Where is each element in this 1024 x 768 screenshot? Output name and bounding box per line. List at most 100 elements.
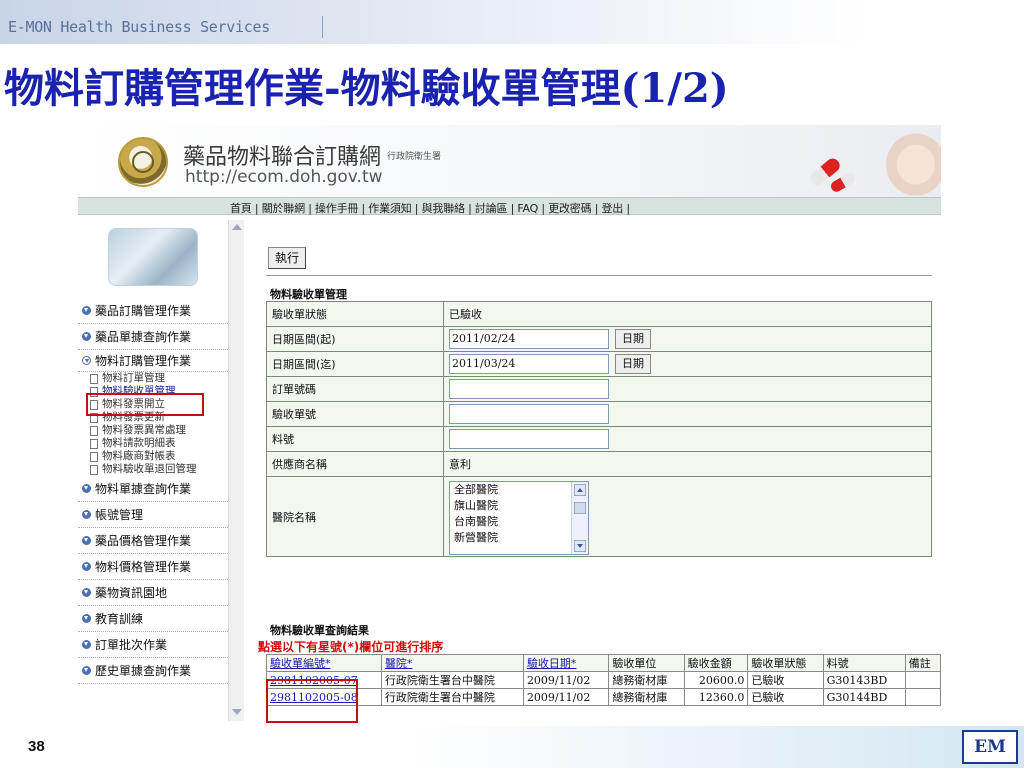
top-nav: 首頁 | 關於聯網 | 操作手冊 | 作業須知 | 與我聯絡 | 討論區 | F… bbox=[78, 197, 941, 215]
chevron-down-icon[interactable] bbox=[574, 539, 586, 552]
sidebar-item-drug-info[interactable]: 藥物資訊園地 bbox=[78, 580, 228, 606]
status-label: 驗收單狀態 bbox=[266, 301, 444, 327]
chevron-down-icon bbox=[82, 666, 91, 675]
sidebar-item-label: 藥品單據查詢作業 bbox=[95, 330, 192, 344]
sidebar-scrollbar[interactable] bbox=[228, 220, 244, 721]
column-header[interactable]: 醫院* bbox=[380, 654, 524, 672]
table-cell bbox=[904, 688, 941, 706]
execute-button[interactable]: 執行 bbox=[268, 247, 306, 269]
order-no-input[interactable] bbox=[449, 379, 609, 399]
scroll-down-icon[interactable] bbox=[232, 709, 242, 715]
sidebar-item-account[interactable]: 帳號管理 bbox=[78, 502, 228, 528]
sidebar-item-label: 藥品訂購管理作業 bbox=[95, 304, 192, 318]
hospital-option[interactable]: 全部醫院 bbox=[450, 482, 588, 498]
column-header: 驗收單狀態 bbox=[747, 654, 824, 672]
sidebar-item-label: 訂單批次作業 bbox=[95, 638, 168, 652]
sidebar-item-batch-order[interactable]: 訂單批次作業 bbox=[78, 632, 228, 658]
scroll-up-icon[interactable] bbox=[232, 224, 242, 230]
sidebar-menu: 藥品訂購管理作業 藥品單據查詢作業 物料訂購管理作業 物料訂單管理 物料驗收單管… bbox=[78, 298, 228, 684]
date-start-label: 日期區間(起) bbox=[266, 326, 444, 352]
sidebar-item-label: 物料價格管理作業 bbox=[95, 560, 192, 574]
sidebar-item-label: 藥物資訊園地 bbox=[95, 586, 168, 600]
item-no-input[interactable] bbox=[449, 429, 609, 449]
sidebar-item-drug-query[interactable]: 藥品單據查詢作業 bbox=[78, 324, 228, 350]
receipt-no-label: 驗收單號 bbox=[266, 401, 444, 427]
sidebar-subitem-vendor-statement[interactable]: 物料廠商對帳表 bbox=[78, 450, 228, 463]
date-end-label: 日期區間(迄) bbox=[266, 351, 444, 377]
sidebar-photo bbox=[108, 228, 198, 286]
sidebar-item-material-price[interactable]: 物料價格管理作業 bbox=[78, 554, 228, 580]
chevron-down-icon bbox=[82, 640, 91, 649]
hospital-label: 醫院名稱 bbox=[266, 476, 444, 557]
sidebar-item-training[interactable]: 教育訓練 bbox=[78, 606, 228, 632]
status-value: 已驗收 bbox=[443, 301, 932, 327]
main-content: 執行 物料驗收單管理 驗收單狀態 已驗收 日期區間(起) 2011/02/24 日… bbox=[258, 220, 941, 721]
table-cell: 2009/11/02 bbox=[522, 688, 610, 706]
sidebar-item-material-ordering[interactable]: 物料訂購管理作業 bbox=[78, 350, 228, 372]
slide-title: 物料訂購管理作業-物料驗收單管理(1/2) bbox=[4, 65, 729, 112]
date-start-picker-button[interactable]: 日期 bbox=[615, 329, 651, 349]
chevron-down-icon bbox=[82, 510, 91, 519]
hospital-listbox[interactable]: 全部醫院 旗山醫院 台南醫院 新營醫院 bbox=[449, 480, 589, 555]
item-no-label: 料號 bbox=[266, 426, 444, 452]
date-end-picker-button[interactable]: 日期 bbox=[615, 354, 651, 374]
column-header[interactable]: 驗收日期* bbox=[522, 654, 610, 672]
page-number: 38 bbox=[28, 738, 45, 755]
header-divider bbox=[322, 16, 323, 38]
supplier-value: 意利 bbox=[443, 451, 932, 477]
hospital-option[interactable]: 新營醫院 bbox=[450, 530, 588, 546]
hospital-option[interactable]: 旗山醫院 bbox=[450, 498, 588, 514]
divider bbox=[266, 275, 932, 276]
column-header[interactable]: 驗收單編號* bbox=[266, 654, 382, 672]
table-cell: G30144BD bbox=[822, 688, 906, 706]
table-cell: 行政院衛生署台中醫院 bbox=[380, 671, 524, 689]
em-logo-icon: EM bbox=[962, 730, 1018, 764]
table-cell: 20600.0 bbox=[683, 671, 749, 689]
listbox-scrollbar[interactable] bbox=[571, 481, 588, 554]
table-cell bbox=[904, 671, 941, 689]
company-name: E-MON Health Business Services bbox=[8, 18, 270, 36]
sidebar-subitem-order[interactable]: 物料訂單管理 bbox=[78, 372, 228, 385]
chevron-up-icon[interactable] bbox=[574, 483, 586, 496]
chevron-down-icon bbox=[82, 536, 91, 545]
sidebar-item-drug-ordering[interactable]: 藥品訂購管理作業 bbox=[78, 298, 228, 324]
chevron-down-icon bbox=[82, 306, 91, 315]
sort-note: 點選以下有星號(*)欄位可進行排序 bbox=[258, 640, 444, 654]
site-url: http://ecom.doh.gov.tw bbox=[185, 167, 383, 187]
site-agency: 行政院衛生署 bbox=[387, 152, 442, 162]
column-header: 驗收金額 bbox=[683, 654, 749, 672]
table-cell: G30143BD bbox=[822, 671, 906, 689]
sidebar-item-history-query[interactable]: 歷史單據查詢作業 bbox=[78, 658, 228, 684]
pill-icon-small bbox=[828, 171, 858, 194]
site-banner: 藥品物料聯合訂購網 行政院衛生署 http://ecom.doh.gov.tw bbox=[78, 125, 941, 197]
receipt-no-input[interactable] bbox=[449, 404, 609, 424]
hospital-option[interactable]: 台南醫院 bbox=[450, 514, 588, 530]
table-cell: 已驗收 bbox=[747, 688, 824, 706]
supplier-label: 供應商名稱 bbox=[266, 451, 444, 477]
logo-seal-icon bbox=[132, 151, 154, 173]
sidebar-subitem-receipt-return[interactable]: 物料驗收單退回管理 bbox=[78, 463, 228, 476]
sidebar-item-label: 歷史單據查詢作業 bbox=[95, 664, 192, 678]
chevron-down-icon bbox=[82, 588, 91, 597]
scroll-thumb[interactable] bbox=[574, 501, 586, 514]
top-nav-links[interactable]: 首頁 | 關於聯網 | 操作手冊 | 作業須知 | 與我聯絡 | 討論區 | F… bbox=[230, 200, 630, 216]
sidebar-item-material-query[interactable]: 物料單據查詢作業 bbox=[78, 476, 228, 502]
table-cell: 行政院衛生署台中醫院 bbox=[380, 688, 524, 706]
document-icon bbox=[90, 438, 98, 449]
highlight-box-menu bbox=[86, 393, 204, 416]
document-icon bbox=[90, 451, 98, 462]
results-table: 驗收單編號* 醫院* 驗收日期* 驗收單位 驗收金額 驗收單狀態 料號 備註 2… bbox=[266, 654, 941, 706]
sidebar-subitem-payment-detail[interactable]: 物料請款明細表 bbox=[78, 437, 228, 450]
sidebar-item-label: 物料單據查詢作業 bbox=[95, 482, 192, 496]
date-start-input[interactable]: 2011/02/24 bbox=[449, 329, 609, 349]
table-cell: 2009/11/02 bbox=[522, 671, 610, 689]
sidebar-subitem-invoice-exception[interactable]: 物料發票異常處理 bbox=[78, 424, 228, 437]
table-cell: 12360.0 bbox=[683, 688, 749, 706]
form-title: 物料驗收單管理 bbox=[270, 288, 347, 301]
date-end-input[interactable]: 2011/03/24 bbox=[449, 354, 609, 374]
document-icon bbox=[90, 425, 98, 436]
column-header: 備註 bbox=[904, 654, 941, 672]
chevron-down-icon bbox=[82, 484, 91, 493]
sidebar-item-drug-price[interactable]: 藥品價格管理作業 bbox=[78, 528, 228, 554]
highlight-box-results bbox=[266, 679, 358, 723]
